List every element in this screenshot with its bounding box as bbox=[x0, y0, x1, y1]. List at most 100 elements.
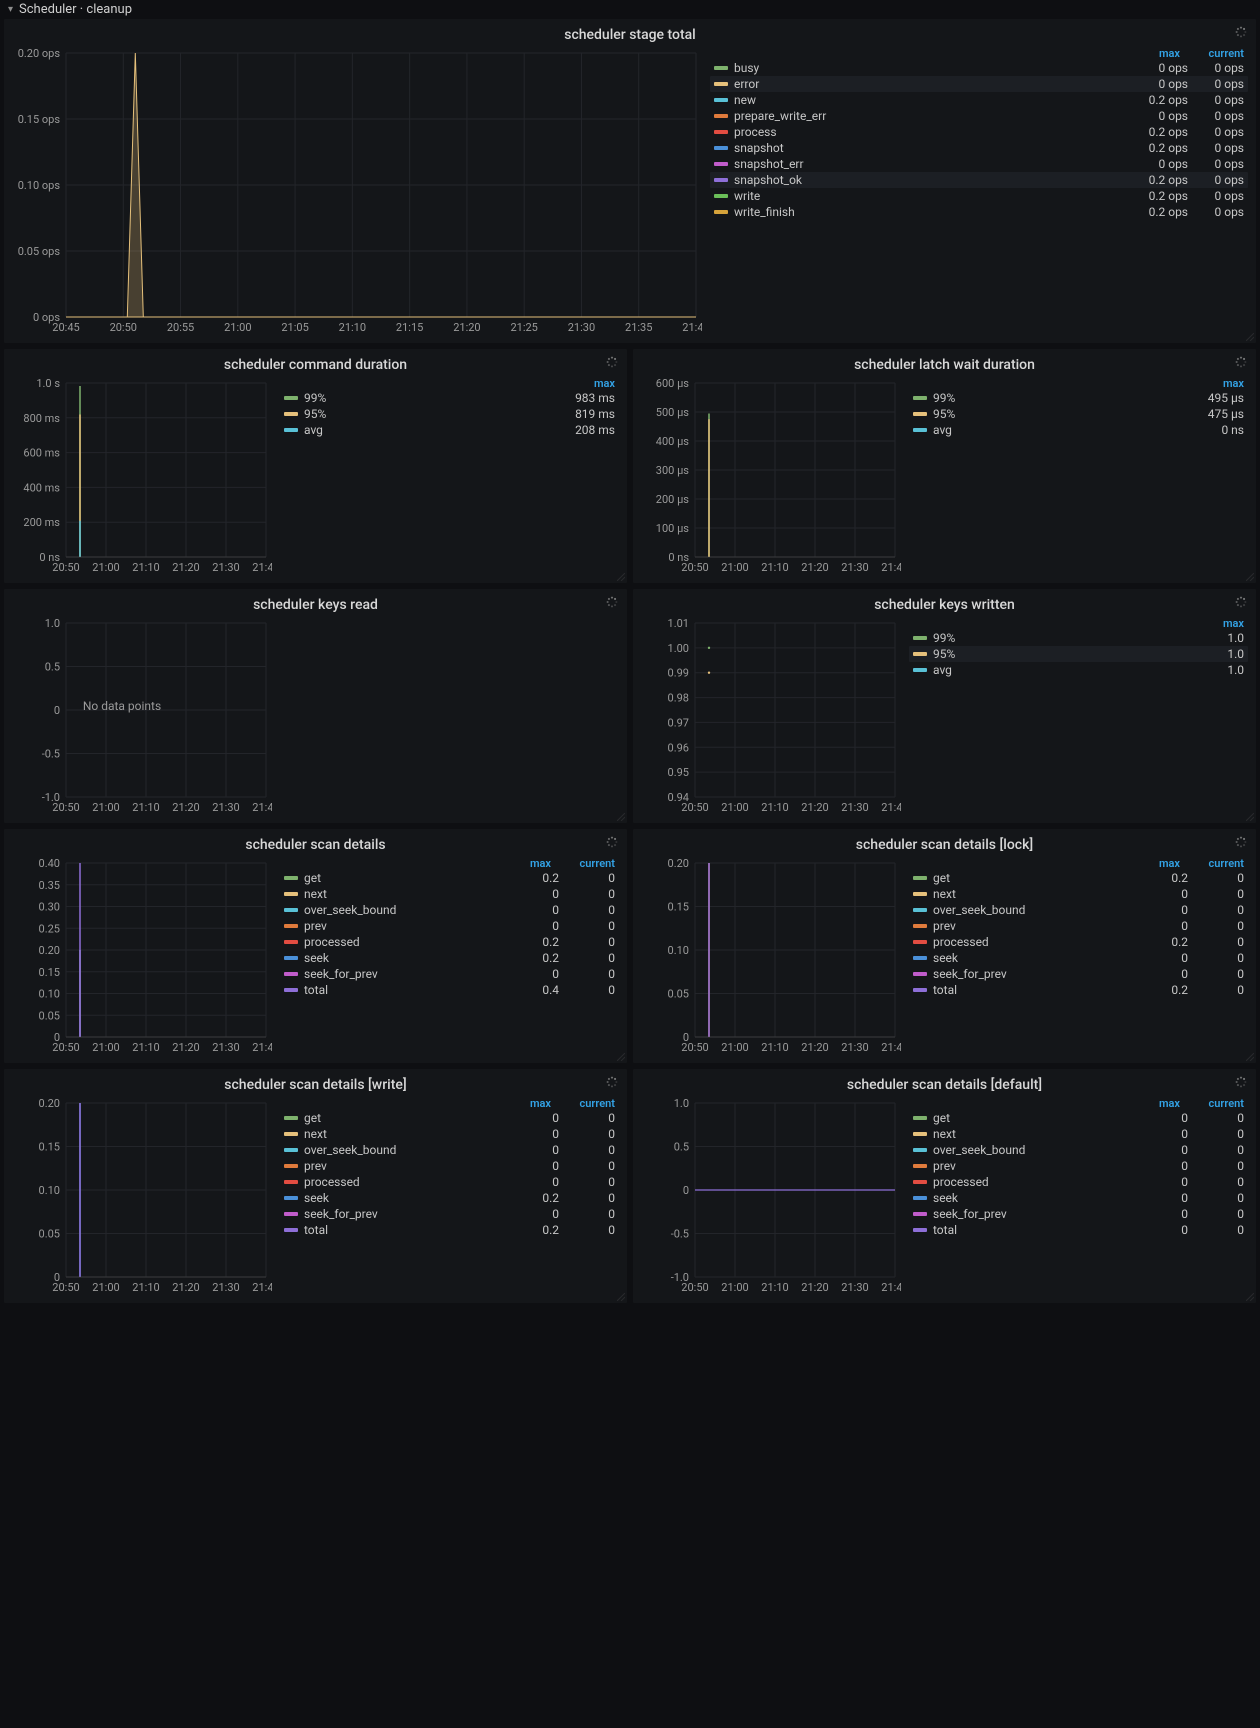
legend-row[interactable]: 99% 983 ms bbox=[280, 390, 619, 406]
legend-row[interactable]: total 0.2 0 bbox=[280, 1222, 619, 1238]
chart-plot[interactable]: 0 ns100 µs200 µs300 µs400 µs500 µs600 µs… bbox=[641, 377, 901, 577]
legend-row[interactable]: processed 0 0 bbox=[280, 1174, 619, 1190]
legend-row[interactable]: seek 0 0 bbox=[909, 1190, 1248, 1206]
legend-row[interactable]: processed 0.2 0 bbox=[909, 934, 1248, 950]
resize-handle-icon[interactable] bbox=[1246, 1293, 1254, 1301]
chart-plot[interactable]: -1.0-0.500.51.020:5021:0021:1021:2021:30… bbox=[12, 617, 272, 817]
legend-row[interactable]: 95% 1.0 bbox=[909, 646, 1248, 662]
legend-row[interactable]: next 0 0 bbox=[280, 1126, 619, 1142]
panel-title[interactable]: scheduler keys read bbox=[12, 593, 619, 617]
panel-title[interactable]: scheduler keys written bbox=[641, 593, 1248, 617]
panel-title[interactable]: scheduler stage total bbox=[12, 23, 1248, 47]
legend-header-current[interactable]: current bbox=[559, 857, 615, 870]
resize-handle-icon[interactable] bbox=[1246, 813, 1254, 821]
panel-title[interactable]: scheduler scan details bbox=[12, 833, 619, 857]
legend-row[interactable]: seek 0.2 0 bbox=[280, 1190, 619, 1206]
panel-title[interactable]: scheduler scan details [write] bbox=[12, 1073, 619, 1097]
legend-row[interactable]: avg 0 ns bbox=[909, 422, 1248, 438]
legend-row[interactable]: over_seek_bound 0 0 bbox=[280, 1142, 619, 1158]
chart-plot[interactable]: -1.0-0.500.51.020:5021:0021:1021:2021:30… bbox=[641, 1097, 901, 1297]
legend-row[interactable]: over_seek_bound 0 0 bbox=[909, 1142, 1248, 1158]
row-header[interactable]: ▾ Scheduler · cleanup bbox=[0, 0, 1260, 19]
legend-row[interactable]: process 0.2 ops 0 ops bbox=[710, 124, 1248, 140]
chart-plot[interactable]: 00.050.100.150.200.250.300.350.4020:5021… bbox=[12, 857, 272, 1057]
legend-row[interactable]: write 0.2 ops 0 ops bbox=[710, 188, 1248, 204]
legend-row[interactable]: seek_for_prev 0 0 bbox=[280, 966, 619, 982]
legend-row[interactable]: seek_for_prev 0 0 bbox=[909, 1206, 1248, 1222]
legend-name: prev bbox=[304, 1159, 503, 1173]
legend-header-max[interactable]: max bbox=[1124, 47, 1180, 60]
legend-row[interactable]: busy 0 ops 0 ops bbox=[710, 60, 1248, 76]
legend-row[interactable]: next 0 0 bbox=[909, 886, 1248, 902]
legend-row[interactable]: total 0 0 bbox=[909, 1222, 1248, 1238]
legend-row[interactable]: seek_for_prev 0 0 bbox=[280, 1206, 619, 1222]
chart-area: 0 ns200 ms400 ms600 ms800 ms1.0 s20:5021… bbox=[12, 377, 272, 577]
legend-row[interactable]: error 0 ops 0 ops bbox=[710, 76, 1248, 92]
resize-handle-icon[interactable] bbox=[617, 1293, 625, 1301]
chart-plot[interactable]: 0 ns200 ms400 ms600 ms800 ms1.0 s20:5021… bbox=[12, 377, 272, 577]
legend-row[interactable]: next 0 0 bbox=[909, 1126, 1248, 1142]
legend-header-max[interactable]: max bbox=[1188, 617, 1244, 630]
legend-row[interactable]: 95% 819 ms bbox=[280, 406, 619, 422]
legend-row[interactable]: prev 0 0 bbox=[280, 1158, 619, 1174]
resize-handle-icon[interactable] bbox=[617, 573, 625, 581]
legend-row[interactable]: get 0 0 bbox=[280, 1110, 619, 1126]
legend-row[interactable]: write_finish 0.2 ops 0 ops bbox=[710, 204, 1248, 220]
legend-row[interactable]: prepare_write_err 0 ops 0 ops bbox=[710, 108, 1248, 124]
legend-row[interactable]: snapshot_err 0 ops 0 ops bbox=[710, 156, 1248, 172]
legend-row[interactable]: get 0.2 0 bbox=[909, 870, 1248, 886]
resize-handle-icon[interactable] bbox=[1246, 573, 1254, 581]
legend-header-max[interactable]: max bbox=[1124, 1097, 1180, 1110]
panel-title[interactable]: scheduler scan details [default] bbox=[641, 1073, 1248, 1097]
legend-row[interactable]: snapshot_ok 0.2 ops 0 ops bbox=[710, 172, 1248, 188]
legend-row[interactable]: prev 0 0 bbox=[280, 918, 619, 934]
resize-handle-icon[interactable] bbox=[617, 1053, 625, 1061]
legend-header-max[interactable]: max bbox=[495, 857, 551, 870]
chart-plot[interactable]: 0 ops0.05 ops0.10 ops0.15 ops0.20 ops20:… bbox=[12, 47, 702, 337]
legend-row[interactable]: prev 0 0 bbox=[909, 1158, 1248, 1174]
legend-row[interactable]: get 0.2 0 bbox=[280, 870, 619, 886]
resize-handle-icon[interactable] bbox=[1246, 1053, 1254, 1061]
legend-row[interactable]: snapshot 0.2 ops 0 ops bbox=[710, 140, 1248, 156]
legend-row[interactable]: avg 1.0 bbox=[909, 662, 1248, 678]
legend-header-current[interactable]: current bbox=[559, 1097, 615, 1110]
panel-title[interactable]: scheduler scan details [lock] bbox=[641, 833, 1248, 857]
chart-plot[interactable]: 00.050.100.150.2020:5021:0021:1021:2021:… bbox=[12, 1097, 272, 1297]
legend-row[interactable]: seek 0 0 bbox=[909, 950, 1248, 966]
legend-row[interactable]: seek_for_prev 0 0 bbox=[909, 966, 1248, 982]
legend-row[interactable]: 99% 495 µs bbox=[909, 390, 1248, 406]
legend-row[interactable]: seek 0.2 0 bbox=[280, 950, 619, 966]
legend-current: 0 bbox=[559, 1207, 615, 1221]
legend-header-current[interactable]: current bbox=[1188, 857, 1244, 870]
panel-title[interactable]: scheduler latch wait duration bbox=[641, 353, 1248, 377]
legend-row[interactable]: get 0 0 bbox=[909, 1110, 1248, 1126]
resize-handle-icon[interactable] bbox=[1246, 333, 1254, 341]
legend-name: get bbox=[304, 871, 503, 885]
resize-handle-icon[interactable] bbox=[617, 813, 625, 821]
legend-row[interactable]: over_seek_bound 0 0 bbox=[280, 902, 619, 918]
legend-header-max[interactable]: max bbox=[1188, 377, 1244, 390]
legend-row[interactable]: avg 208 ms bbox=[280, 422, 619, 438]
svg-text:20:50: 20:50 bbox=[52, 561, 79, 574]
legend-row[interactable]: new 0.2 ops 0 ops bbox=[710, 92, 1248, 108]
svg-text:21:00: 21:00 bbox=[92, 1281, 119, 1294]
legend-header-max[interactable]: max bbox=[495, 1097, 551, 1110]
legend-header-max[interactable]: max bbox=[1124, 857, 1180, 870]
legend-row[interactable]: prev 0 0 bbox=[909, 918, 1248, 934]
legend-row[interactable]: total 0.2 0 bbox=[909, 982, 1248, 998]
legend-row[interactable]: 99% 1.0 bbox=[909, 630, 1248, 646]
legend-row[interactable]: processed 0.2 0 bbox=[280, 934, 619, 950]
chart-plot[interactable]: 00.050.100.150.2020:5021:0021:1021:2021:… bbox=[641, 857, 901, 1057]
legend-header-current[interactable]: current bbox=[1188, 1097, 1244, 1110]
legend-header: max current bbox=[280, 1097, 619, 1110]
legend-row[interactable]: processed 0 0 bbox=[909, 1174, 1248, 1190]
legend-row[interactable]: 95% 475 µs bbox=[909, 406, 1248, 422]
panel-title[interactable]: scheduler command duration bbox=[12, 353, 619, 377]
legend-header-current[interactable]: current bbox=[1188, 47, 1244, 60]
legend-row[interactable]: over_seek_bound 0 0 bbox=[909, 902, 1248, 918]
legend-swatch bbox=[913, 1164, 927, 1168]
legend-row[interactable]: total 0.4 0 bbox=[280, 982, 619, 998]
legend-header-max[interactable]: max bbox=[559, 377, 615, 390]
chart-plot[interactable]: 0.940.950.960.970.980.991.001.0120:5021:… bbox=[641, 617, 901, 817]
legend-row[interactable]: next 0 0 bbox=[280, 886, 619, 902]
